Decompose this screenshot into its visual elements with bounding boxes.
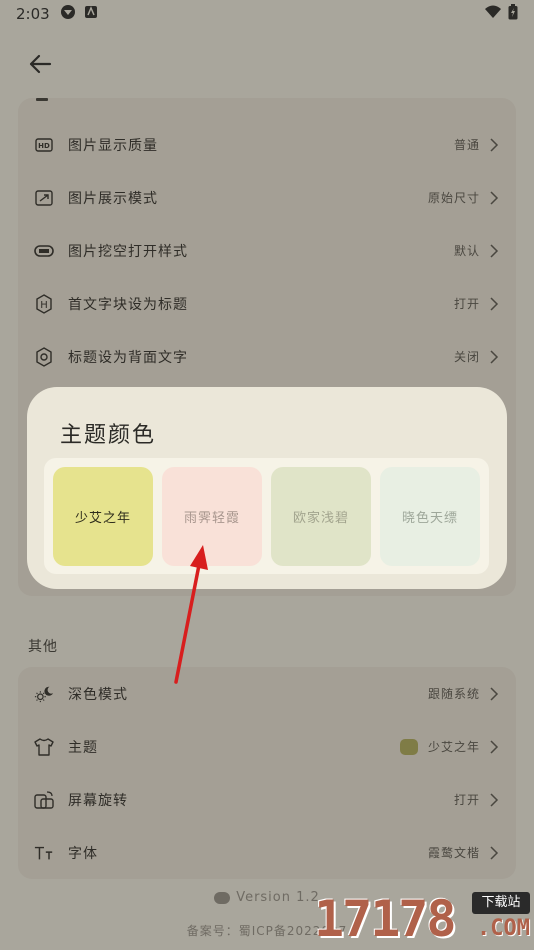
- shirt-icon: [34, 737, 54, 757]
- row-value: 原始尺寸: [427, 191, 480, 205]
- svg-text:H: H: [40, 300, 48, 311]
- row-label: 字体: [68, 845, 98, 862]
- chevron-right-icon: [490, 137, 499, 152]
- settings-row-title-back-text[interactable]: 标题设为背面文字 关闭: [18, 330, 516, 383]
- watermark-badge: 下载站: [472, 892, 530, 914]
- settings-icon: [34, 346, 54, 367]
- row-value: 跟随系统: [427, 687, 480, 701]
- settings-row-cutout-style[interactable]: 图片挖空打开样式 默认: [18, 224, 516, 277]
- chevron-right-icon: [490, 739, 499, 754]
- dialog-title: 主题颜色: [60, 423, 157, 448]
- chevron-right-icon: [490, 190, 499, 205]
- settings-row-theme[interactable]: 主题 少艾之年: [18, 720, 516, 773]
- watermark-suffix: .COM: [477, 916, 530, 941]
- theme-option-shaoai[interactable]: 少艾之年: [53, 467, 153, 566]
- row-label: 标题设为背面文字: [68, 349, 188, 366]
- settings-row-font[interactable]: 字体 霞鹜文楷: [18, 826, 516, 879]
- row-value: 打开: [453, 793, 480, 807]
- theme-option-xiaose[interactable]: 晓色天缥: [380, 467, 480, 566]
- settings-row-image-quality[interactable]: HD 图片显示质量 普通: [18, 118, 516, 171]
- arrow-left-icon: [29, 54, 52, 74]
- font-icon: [34, 843, 54, 863]
- status-time: 2:03: [16, 5, 50, 23]
- wifi-icon: [484, 5, 502, 23]
- heading-icon: H: [34, 293, 54, 314]
- theme-color-swatch: [399, 738, 418, 755]
- theme-option-label: 少艾之年: [74, 511, 131, 526]
- row-value: 少艾之年: [427, 740, 480, 754]
- settings-row-image-mode[interactable]: 图片展示模式 原始尺寸: [18, 171, 516, 224]
- back-button[interactable]: [22, 46, 58, 82]
- day-night-icon: [34, 684, 54, 704]
- row-label: 图片显示质量: [68, 137, 158, 154]
- theme-option-label: 晓色天缥: [401, 511, 458, 526]
- chevron-right-icon: [490, 296, 499, 311]
- theme-option-oujia[interactable]: 欧家浅碧: [271, 467, 371, 566]
- row-label: 图片展示模式: [68, 190, 158, 207]
- chevron-right-icon: [490, 243, 499, 258]
- chevron-right-icon: [490, 686, 499, 701]
- theme-options-tray: 少艾之年 雨霁轻霞 欧家浅碧 晓色天缥: [44, 458, 489, 574]
- rotate-icon: [34, 790, 54, 810]
- row-value: 打开: [453, 297, 480, 311]
- theme-option-yuji[interactable]: 雨霁轻霞: [162, 467, 262, 566]
- row-label: 首文字块设为标题: [68, 296, 188, 313]
- row-value: 普通: [453, 138, 480, 152]
- row-label: 深色模式: [68, 686, 128, 703]
- hd-icon: HD: [34, 135, 54, 155]
- settings-row-first-block-title[interactable]: H 首文字块设为标题 打开: [18, 277, 516, 330]
- app-badge-icon: [84, 5, 98, 23]
- cutout-icon: [34, 241, 54, 261]
- row-label: 图片挖空打开样式: [68, 243, 188, 260]
- scroll-partial-icon: [36, 98, 48, 101]
- row-label: 屏幕旋转: [68, 792, 128, 809]
- resize-icon: [34, 188, 54, 208]
- theme-option-label: 欧家浅碧: [292, 511, 349, 526]
- watermark-digits: 17178: [314, 890, 457, 948]
- row-label: 主题: [68, 739, 98, 756]
- app-logo-icon: [214, 891, 231, 904]
- chevron-right-icon: [490, 792, 499, 807]
- site-watermark: 17178 下载站 .COM: [310, 886, 534, 950]
- row-value-group: 少艾之年: [399, 738, 480, 755]
- settings-row-dark-mode[interactable]: 深色模式 跟随系统: [18, 667, 516, 720]
- section-title-other: 其他: [28, 639, 58, 655]
- svg-text:HD: HD: [38, 142, 50, 150]
- row-value: 关闭: [453, 350, 480, 364]
- row-value: 默认: [453, 244, 480, 258]
- theme-option-label: 雨霁轻霞: [183, 511, 240, 526]
- battery-icon: [508, 4, 518, 24]
- app-notification-icon: [60, 4, 76, 24]
- chevron-right-icon: [490, 845, 499, 860]
- status-bar: 2:03: [0, 0, 534, 28]
- settings-row-screen-rotation[interactable]: 屏幕旋转 打开: [18, 773, 516, 826]
- row-value: 霞鹜文楷: [427, 846, 480, 860]
- theme-color-dialog: 主题颜色 少艾之年 雨霁轻霞 欧家浅碧 晓色天缥: [27, 387, 507, 589]
- chevron-right-icon: [490, 349, 499, 364]
